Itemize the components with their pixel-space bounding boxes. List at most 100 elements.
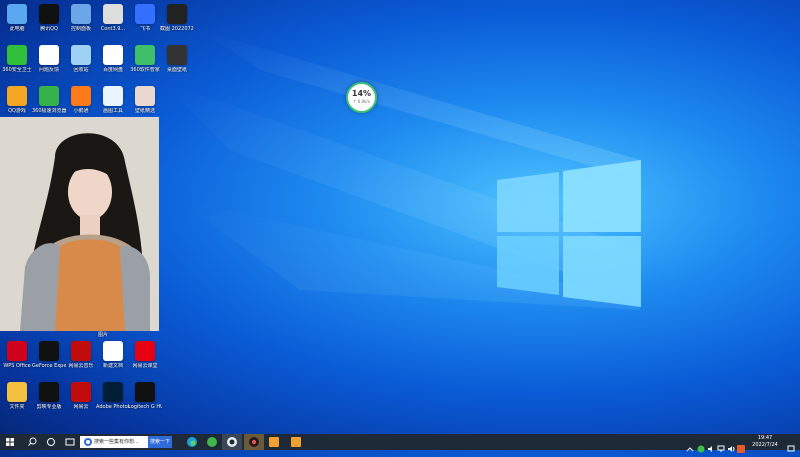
desktop-icon-label: QQ游戏 [8, 108, 26, 114]
tray-ime[interactable] [737, 438, 745, 453]
clock-time: 19:47 [757, 435, 773, 441]
desktop-icon[interactable]: 此电脑 [0, 2, 34, 42]
windows-logo [497, 160, 641, 307]
desktop-icon-label: 新建文档 [102, 363, 123, 369]
search-submit-button[interactable]: 搜索一下 [148, 436, 172, 448]
image-file-icon [103, 4, 123, 24]
notification-icon [787, 445, 795, 452]
jianying-icon [39, 382, 59, 402]
orange-app-icon [269, 437, 279, 447]
search-box-text: 搜索一些集有你想... [94, 439, 139, 445]
desktop-icon[interactable]: 文件夹 [0, 380, 34, 420]
desktop-icon-label: GeForce Experience [32, 363, 66, 369]
logitech-icon [135, 382, 155, 402]
taskbar-search-box[interactable]: 搜索一些集有你想... 搜索一下 [80, 436, 172, 448]
desktop-icon-label: 网易云课堂 [132, 363, 158, 369]
search-button[interactable] [22, 434, 42, 450]
photo-caption: 图片 [98, 332, 109, 338]
desktop-icon-label: 壁纸精选 [134, 108, 155, 114]
wechat-icon [697, 445, 705, 453]
taskbar-app-orange-1[interactable] [264, 434, 284, 450]
task-view-button[interactable] [42, 434, 62, 450]
taskbar-clock[interactable]: 19:47 2022/7/24 [747, 435, 783, 449]
desktop-icon-label: 画图工具 [102, 108, 123, 114]
taskbar-360-browser[interactable] [202, 434, 222, 450]
geforce-icon [39, 341, 59, 361]
paint-icon [103, 86, 123, 106]
taskbar-app-orange-2[interactable] [286, 434, 306, 450]
clock-date: 2022/7/24 [752, 442, 778, 448]
video-app-icon [249, 437, 259, 447]
baidu-netdisk-icon [103, 45, 123, 65]
desktop-icon[interactable]: 百度网盘 [96, 43, 130, 83]
desktop-icon-label: 360软件管家 [130, 67, 160, 73]
desktop-icon-label: 截图 20220724... [160, 26, 194, 32]
desktop-icon-label: 360极速浏览器 [32, 108, 66, 114]
desktop-icon[interactable]: GeForce Experience [32, 339, 66, 379]
360-security-icon [7, 45, 27, 65]
chevron-up-icon [686, 447, 694, 452]
tray-volume[interactable] [727, 438, 735, 452]
network-icon [717, 445, 725, 452]
windows-start-icon [6, 438, 14, 446]
desktop-icon-label: 桌面壁纸 [166, 67, 187, 73]
desktop-icon[interactable]: Cont3.9... [96, 2, 130, 42]
desktop-icon[interactable]: 飞书 [128, 2, 162, 42]
desktop[interactable]: 此电脑 腾讯QQ 控制面板 Cont3.9... 飞书 截图 20220724... 360… [0, 0, 800, 434]
taskbar-app-active[interactable] [222, 434, 242, 450]
app-circle-icon [227, 437, 237, 447]
recycle-bin-icon [71, 45, 91, 65]
desktop-icon[interactable]: 控制面板 [64, 2, 98, 42]
desktop-icon[interactable]: 网易云课堂 [128, 339, 162, 379]
folder-icon [7, 382, 27, 402]
network-speed-ball[interactable]: 14% ↑ 0.0k/s [346, 82, 377, 113]
desktop-icon-label: 回收站 [73, 67, 89, 73]
desktop-icon-label: Logitech G HUB [128, 404, 162, 410]
start-button[interactable] [0, 434, 20, 450]
tray-network[interactable] [717, 438, 725, 452]
photo-widget[interactable] [0, 117, 159, 331]
xiaoetong-icon [71, 86, 91, 106]
desktop-icon[interactable]: 问题反馈 [32, 43, 66, 83]
tray-overflow[interactable] [686, 438, 694, 452]
desktop-icon[interactable]: Logitech G HUB [128, 380, 162, 420]
feishu-icon [135, 4, 155, 24]
desktop-icon[interactable]: 新建文档 [96, 339, 130, 379]
network-speed: ↑ 0.0k/s [353, 99, 370, 104]
360-browser-icon [39, 86, 59, 106]
360-software-icon [135, 45, 155, 65]
desktop-icon[interactable]: 腾讯QQ [32, 2, 66, 42]
desktop-icon[interactable]: Adobe Photoshop [96, 380, 130, 420]
desktop-icon[interactable]: 网易云 [64, 380, 98, 420]
desktop-icon[interactable]: 回收站 [64, 43, 98, 83]
qq-game-icon [7, 86, 27, 106]
desktop-icon[interactable]: 360软件管家 [128, 43, 162, 83]
pinned-window-button[interactable] [62, 434, 82, 450]
memory-percent: 14% [351, 89, 372, 98]
desktop-icon-label: 小鹅通 [73, 108, 89, 114]
desktop-icon-label: Cont3.9... [100, 26, 126, 32]
desktop-icon-label: 360安全卫士 [2, 67, 32, 73]
desktop-icon-label: 腾讯QQ [40, 26, 58, 32]
qq-icon [39, 4, 59, 24]
desktop-icon[interactable]: WPS Office [0, 339, 34, 379]
desktop-icon-label: 网易云音乐 [68, 363, 94, 369]
task-view-icon [47, 438, 55, 446]
desktop-icon[interactable]: 剪映专业版 [32, 380, 66, 420]
desktop-icon[interactable]: 360安全卫士 [0, 43, 34, 83]
netease-class-icon [135, 341, 155, 361]
photo-file-icon [135, 86, 155, 106]
photoshop-icon [103, 382, 123, 402]
tray-sound[interactable] [707, 438, 715, 452]
desktop-icon-label: 网易云 [73, 404, 89, 410]
notification-button[interactable] [787, 438, 795, 452]
this-pc-icon [7, 4, 27, 24]
taskbar-edge[interactable] [182, 434, 202, 450]
tray-wechat[interactable] [697, 438, 705, 453]
desktop-icon[interactable]: 截图 20220724... [160, 2, 194, 42]
search-icon [28, 437, 37, 446]
taskbar-video-app[interactable] [244, 434, 264, 450]
speaker-icon [708, 446, 712, 452]
desktop-icon[interactable]: 网易云音乐 [64, 339, 98, 379]
desktop-icon[interactable]: 桌面壁纸 [160, 43, 194, 83]
